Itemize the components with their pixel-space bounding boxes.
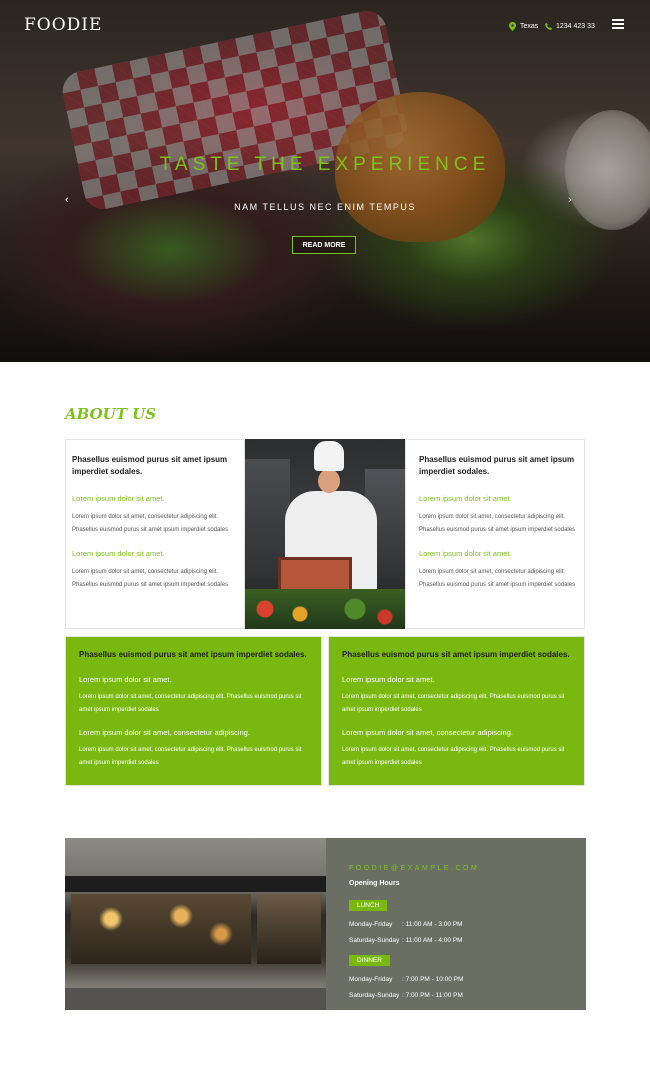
card-subheading: Lorem ipsum dolor sit amet. [419,549,512,558]
card-text: Lorem ipsum dolor sit amet, consectetur … [342,694,565,713]
phone-icon [545,22,552,30]
hours-row: Saturday-Sunday : 11:00 AM - 4:00 PM [349,933,586,949]
hours-day: Monday-Friday [349,921,393,928]
hours-time: : 7:00 PM - 11:00 PM [402,992,463,999]
hours-time: : 11:00 AM - 4:00 PM [402,937,463,944]
hero-overlay [0,0,650,362]
opening-hours-heading: Opening Hours [349,880,400,887]
hours-day: Saturday-Sunday [349,992,400,999]
card-text: Lorem ipsum dolor sit amet, consectetur … [419,569,576,588]
read-more-button[interactable]: READ MORE [292,236,356,254]
header-location: Texas [509,19,538,33]
hours-row: Saturday-Sunday : 7:00 PM - 11:00 PM [349,988,586,1004]
card-heading: Phasellus euismod purus sit amet ipsum i… [72,455,228,476]
hero-title: TASTE THE EXPERIENCE [159,154,491,175]
hours-time: : 7:00 PM - 10:00 PM [402,976,464,983]
header-phone: 1234 423 33 [545,19,595,33]
hamburger-menu-icon[interactable] [612,19,624,29]
location-text: Texas [520,22,539,30]
card-subheading: Lorem ipsum dolor sit amet, consectetur … [342,728,513,737]
about-section-title: ABOUT US [65,405,157,423]
opening-hours-panel: FOODIE@EXAMPLE.COM Opening Hours LUNCH M… [326,838,586,1010]
map-pin-icon [509,21,516,31]
card-heading: Phasellus euismod purus sit amet ipsum i… [79,650,307,659]
card-heading: Phasellus euismod purus sit amet ipsum i… [419,455,575,476]
card-subheading: Lorem ipsum dolor sit amet. [72,494,165,503]
site-logo[interactable]: FOODIE [24,15,102,35]
card-heading: Phasellus euismod purus sit amet ipsum i… [342,650,570,659]
card-text: Lorem ipsum dolor sit amet, consectetur … [419,514,576,533]
contact-email[interactable]: FOODIE@EXAMPLE.COM [349,865,586,872]
card-subheading: Lorem ipsum dolor sit amet. [79,675,172,684]
dinner-badge: DINNER [349,955,390,966]
hero-banner: FOODIE Texas 1234 423 33 ‹ › TASTE THE E… [0,0,650,362]
chef-photo [245,439,405,629]
hours-row: Monday-Friday : 7:00 PM - 10:00 PM [349,972,586,988]
card-text: Lorem ipsum dolor sit amet, consectetur … [79,694,302,713]
card-subheading: Lorem ipsum dolor sit amet. [72,549,165,558]
card-text: Lorem ipsum dolor sit amet, consectetur … [72,569,229,588]
card-subheading: Lorem ipsum dolor sit amet, consectetur … [79,728,250,737]
about-green-card-right: Phasellus euismod purus sit amet ipsum i… [328,636,585,786]
restaurant-photo [65,838,326,1010]
card-subheading: Lorem ipsum dolor sit amet. [419,494,512,503]
hours-day: Monday-Friday [349,976,393,983]
card-text: Lorem ipsum dolor sit amet, consectetur … [342,747,565,766]
card-text: Lorem ipsum dolor sit amet, consectetur … [79,747,302,766]
card-text: Lorem ipsum dolor sit amet, consectetur … [72,514,229,533]
hero-subtitle: NAM TELLUS NEC ENIM TEMPUS [234,202,416,212]
hours-row: Monday-Friday : 11:00 AM - 3:00 PM [349,917,586,933]
card-subheading: Lorem ipsum dolor sit amet. [342,675,435,684]
about-card-right: Phasellus euismod purus sit amet ipsum i… [405,439,585,629]
hours-time: : 11:00 AM - 3:00 PM [402,921,463,928]
phone-text[interactable]: 1234 423 33 [556,23,595,30]
about-green-card-left: Phasellus euismod purus sit amet ipsum i… [65,636,322,786]
about-card-left: Phasellus euismod purus sit amet ipsum i… [65,439,245,629]
lunch-badge: LUNCH [349,900,388,911]
hours-day: Saturday-Sunday [349,937,400,944]
